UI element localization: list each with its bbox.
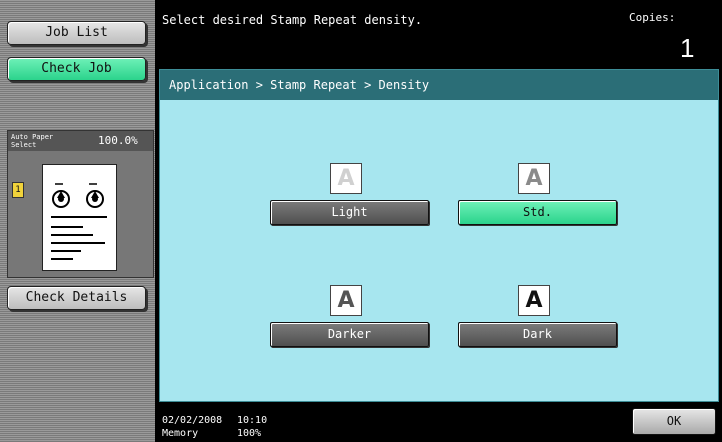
density-light-icon: A [330, 163, 362, 194]
density-darker-icon: A [330, 285, 362, 316]
zoom-ratio: 100.0% [98, 134, 138, 147]
preview-panel: Auto Paper Select 100.0% 1 [7, 130, 154, 278]
density-dark-icon: A [518, 285, 550, 316]
density-std-button[interactable]: Std. [458, 200, 617, 225]
check-job-button[interactable]: Check Job [7, 57, 146, 81]
breadcrumb: Application > Stamp Repeat > Density [160, 70, 718, 100]
page-preview [42, 164, 117, 271]
instruction-message: Select desired Stamp Repeat density. [162, 13, 423, 27]
left-panel: Job List Check Job Auto Paper Select 100… [0, 0, 155, 442]
density-dark-button[interactable]: Dark [458, 322, 617, 347]
ok-button[interactable]: OK [632, 408, 716, 435]
footer-date: 02/02/2008 [162, 415, 223, 426]
copies-label: Copies: [629, 11, 676, 24]
memory-value: 100% [237, 428, 262, 439]
job-list-button[interactable]: Job List [7, 21, 146, 45]
density-std-icon: A [518, 163, 550, 194]
copy-set-icon: 1 [12, 182, 24, 198]
footer-time: 10:10 [237, 415, 268, 426]
header-bar [155, 0, 722, 64]
density-panel: Application > Stamp Repeat > Density A L… [159, 69, 719, 402]
memory-label: Memory [162, 428, 199, 439]
stamp-preview-graphic [51, 183, 107, 260]
check-details-button[interactable]: Check Details [7, 286, 146, 310]
paper-select-label: Auto Paper Select [11, 133, 54, 149]
density-darker-button[interactable]: Darker [270, 322, 429, 347]
copies-count: 1 [680, 33, 695, 63]
density-light-button[interactable]: Light [270, 200, 429, 225]
preview-header: Auto Paper Select 100.0% [8, 131, 153, 151]
